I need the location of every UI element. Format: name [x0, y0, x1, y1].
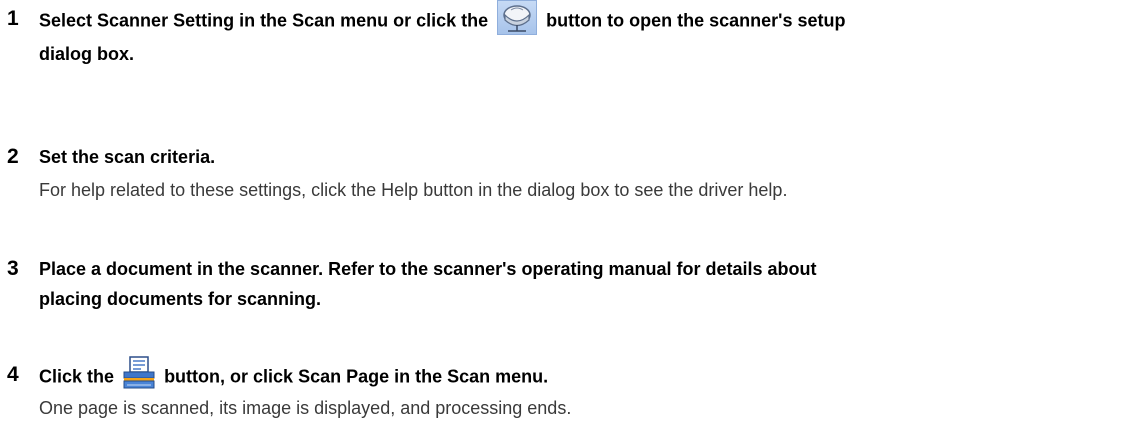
- step-title-line-2: dialog box.: [39, 44, 135, 64]
- step-description: For help related to these settings, clic…: [39, 180, 788, 200]
- step-title-text-before-icon: Click the: [39, 366, 115, 387]
- step-4: 4 Click the button, or click Scan Page i…: [0, 356, 1132, 426]
- step-number: 1: [7, 7, 19, 30]
- step-description: One page is scanned, its image is displa…: [39, 398, 572, 418]
- step-3: 3 Place a document in the scanner. Refer…: [0, 254, 1132, 324]
- scan-page-icon: [123, 356, 155, 391]
- step-title: Click the button, or click Scan Page in …: [39, 356, 1124, 395]
- step-title: Set the scan criteria.: [39, 142, 1124, 172]
- step-title-text-after-icon: button, or click Scan Page in the Scan m…: [164, 366, 549, 387]
- step-number: 2: [7, 145, 19, 168]
- step-title-line-1: Select Scanner Setting in the Scan menu …: [39, 0, 1124, 39]
- step-title-line-1: Click the button, or click Scan Page in …: [39, 356, 1124, 395]
- step-number: 3: [7, 257, 19, 280]
- step-2: 2 Set the scan criteria. For help relate…: [0, 142, 1132, 202]
- step-title-line-1: Place a document in the scanner. Refer t…: [39, 259, 817, 279]
- step-title-text-after-icon: button to open the scanner's setup: [546, 10, 846, 31]
- step-title-line-2: placing documents for scanning.: [39, 289, 322, 309]
- scanner-setting-icon: [497, 0, 538, 35]
- step-1: 1 Select Scanner Setting in the Scan men…: [0, 0, 1132, 74]
- step-title: Select Scanner Setting in the Scan menu …: [39, 0, 1124, 69]
- step-title-text-before-icon: Select Scanner Setting in the Scan menu …: [39, 10, 489, 31]
- step-title-line-1: Set the scan criteria.: [39, 147, 216, 167]
- step-title: Place a document in the scanner. Refer t…: [39, 254, 1124, 314]
- step-number: 4: [7, 363, 19, 386]
